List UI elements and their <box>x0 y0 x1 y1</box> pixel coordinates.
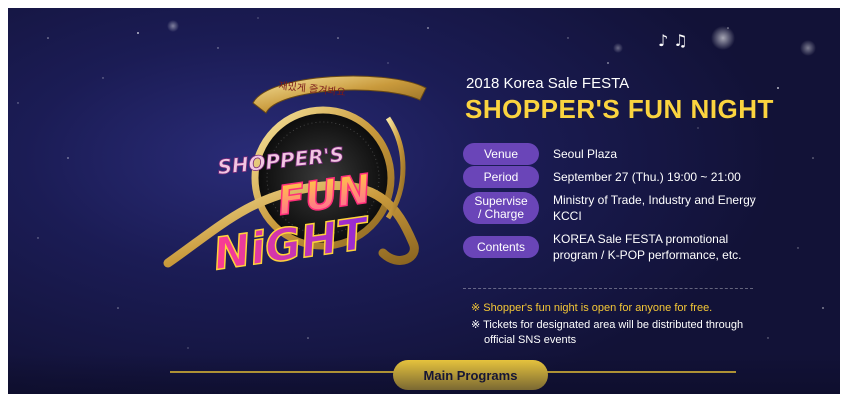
tickets-note-line2: official SNS events <box>484 334 577 346</box>
period-badge: Period <box>463 166 539 188</box>
info-row-supervise: Supervise / Charge Ministry of Trade, In… <box>463 191 756 225</box>
info-divider <box>463 288 753 289</box>
event-banner: 재밌게 즐겨봐요 SHOPPER'S FUN NiGHT ♪ ♫ 2018 Ko… <box>8 8 840 394</box>
supervise-badge: Supervise / Charge <box>463 192 539 224</box>
supervise-value: Ministry of Trade, Industry and Energy K… <box>553 192 756 224</box>
info-row-period: Period September 27 (Thu.) 19:00 ~ 21:00 <box>463 165 741 189</box>
venue-badge: Venue <box>463 143 539 165</box>
contents-value: KOREA Sale FESTA promotional program / K… <box>553 231 742 263</box>
period-value: September 27 (Thu.) 19:00 ~ 21:00 <box>553 170 741 184</box>
supervise-label-line2: / Charge <box>477 207 525 221</box>
venue-value: Seoul Plaza <box>553 147 618 161</box>
tickets-note-line1: ※ Tickets for designated area will be di… <box>471 319 744 331</box>
info-row-contents: Contents KOREA Sale FESTA promotional pr… <box>463 230 742 264</box>
free-entry-note: ※ Shopper's fun night is open for anyone… <box>471 302 713 314</box>
shoppers-fun-night-logo: 재밌게 즐겨봐요 SHOPPER'S FUN NiGHT <box>163 75 427 278</box>
contents-badge: Contents <box>463 236 539 258</box>
supervise-value-line1: Ministry of Trade, Industry and Energy <box>553 193 756 207</box>
event-title: SHOPPER'S FUN NIGHT <box>465 94 774 124</box>
event-kicker: 2018 Korea Sale FESTA <box>466 75 630 92</box>
music-notes-icon: ♪ ♫ <box>658 31 688 50</box>
tickets-note: ※ Tickets for designated area will be di… <box>471 318 761 348</box>
supervise-label-line1: Supervise <box>474 194 528 208</box>
programs-line-left <box>170 371 394 373</box>
programs-line-right <box>546 371 736 373</box>
info-row-venue: Venue Seoul Plaza <box>463 142 617 166</box>
main-programs-button[interactable]: Main Programs <box>393 360 548 390</box>
contents-value-line1: KOREA Sale FESTA promotional <box>553 232 729 246</box>
supervise-value-line2: KCCI <box>553 209 582 223</box>
contents-value-line2: program / K-POP performance, etc. <box>553 248 742 262</box>
